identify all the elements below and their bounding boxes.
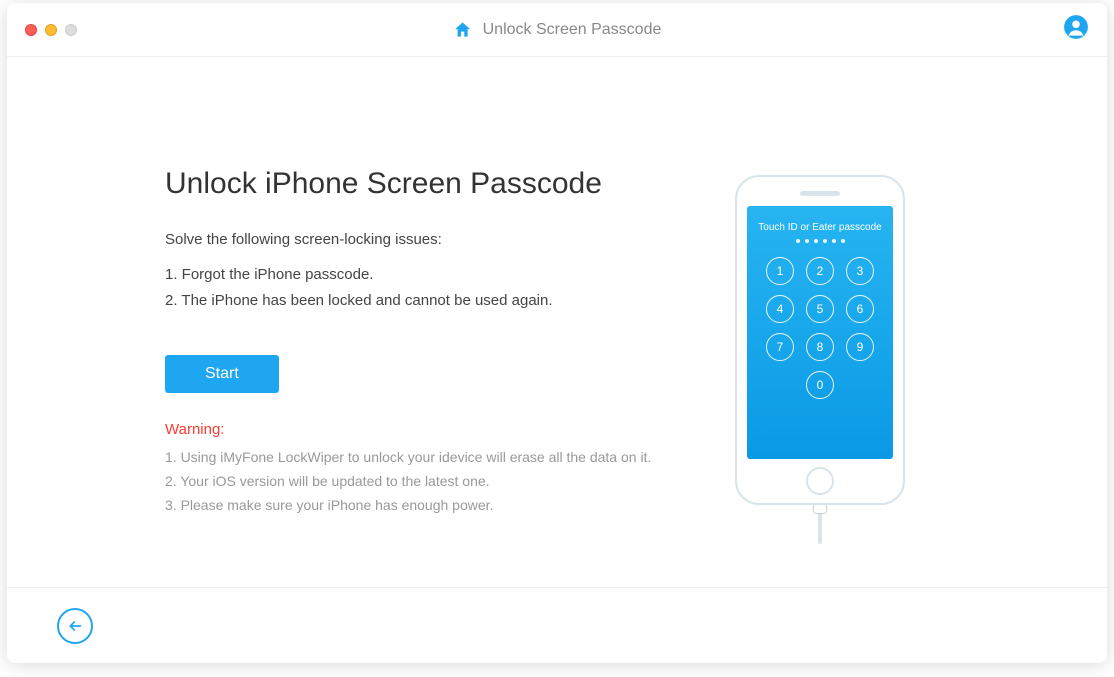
close-window-button[interactable] xyxy=(25,24,37,36)
passcode-dots xyxy=(796,239,845,243)
warning-item: 1. Using iMyFone LockWiper to unlock you… xyxy=(165,446,705,470)
issues-list: 1. Forgot the iPhone passcode. 2. The iP… xyxy=(165,262,705,313)
keypad-key: 8 xyxy=(806,333,834,361)
main-content: Unlock iPhone Screen Passcode Solve the … xyxy=(7,57,1107,587)
arrow-left-icon xyxy=(67,618,83,634)
passcode-dot xyxy=(823,239,827,243)
home-icon xyxy=(453,20,473,40)
keypad-key: 0 xyxy=(806,371,834,399)
phone-speaker xyxy=(800,191,840,196)
passcode-dot xyxy=(841,239,845,243)
issue-item: 1. Forgot the iPhone passcode. xyxy=(165,262,705,288)
subtitle: Solve the following screen-locking issue… xyxy=(165,231,705,248)
keypad-key: 1 xyxy=(766,257,794,285)
phone-keypad: 1 2 3 4 5 6 7 8 9 0 xyxy=(765,257,875,399)
phone-screen: Touch ID or Eater passcode 1 2 3 4 xyxy=(747,206,893,459)
back-button[interactable] xyxy=(57,608,93,644)
page-title: Unlock iPhone Screen Passcode xyxy=(165,167,705,201)
lock-screen-title: Touch ID or Eater passcode xyxy=(758,222,881,233)
warning-item: 2. Your iOS version will be updated to t… xyxy=(165,470,705,494)
window-controls xyxy=(25,24,77,36)
profile-button[interactable] xyxy=(1063,14,1089,45)
footer xyxy=(7,587,1107,663)
issue-item: 2. The iPhone has been locked and cannot… xyxy=(165,288,705,314)
keypad-key: 3 xyxy=(846,257,874,285)
passcode-dot xyxy=(814,239,818,243)
phone-home-button xyxy=(806,467,834,495)
phone-cable xyxy=(813,505,827,544)
window-title-text: Unlock Screen Passcode xyxy=(483,21,662,39)
cable-wire xyxy=(818,514,822,544)
cable-connector xyxy=(813,504,827,514)
maximize-window-button[interactable] xyxy=(65,24,77,36)
illustration: Touch ID or Eater passcode 1 2 3 4 xyxy=(705,167,935,587)
phone-illustration: Touch ID or Eater passcode 1 2 3 4 xyxy=(735,175,905,505)
passcode-dot xyxy=(832,239,836,243)
app-window: Unlock Screen Passcode Unlock iPhone Scr… xyxy=(7,3,1107,663)
warning-item: 3. Please make sure your iPhone has enou… xyxy=(165,494,705,518)
passcode-dot xyxy=(805,239,809,243)
titlebar: Unlock Screen Passcode xyxy=(7,3,1107,57)
passcode-dot xyxy=(796,239,800,243)
minimize-window-button[interactable] xyxy=(45,24,57,36)
keypad-key: 7 xyxy=(766,333,794,361)
start-button[interactable]: Start xyxy=(165,355,279,393)
content-left: Unlock iPhone Screen Passcode Solve the … xyxy=(165,167,705,587)
warning-heading: Warning: xyxy=(165,421,705,438)
warnings-list: 1. Using iMyFone LockWiper to unlock you… xyxy=(165,446,705,517)
keypad-key: 4 xyxy=(766,295,794,323)
keypad-key: 5 xyxy=(806,295,834,323)
keypad-key: 2 xyxy=(806,257,834,285)
keypad-key: 6 xyxy=(846,295,874,323)
user-icon xyxy=(1063,14,1089,40)
window-title: Unlock Screen Passcode xyxy=(453,20,662,40)
keypad-key: 9 xyxy=(846,333,874,361)
